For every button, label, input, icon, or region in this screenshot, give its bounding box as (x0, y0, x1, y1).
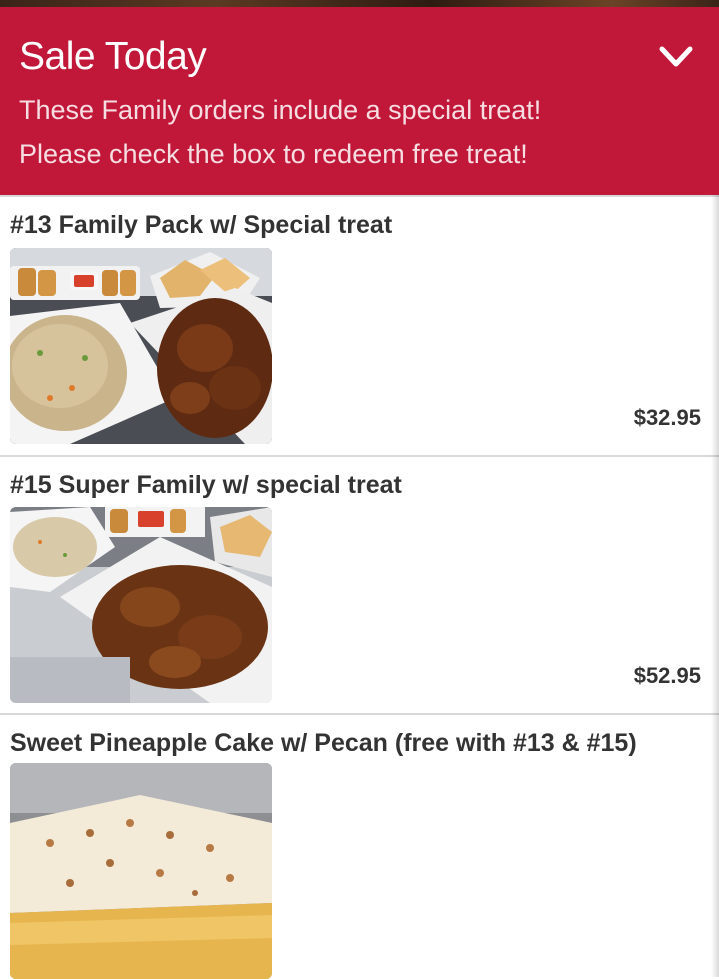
banner-title: Sale Today (19, 35, 207, 78)
sale-banner[interactable]: Sale Today These Family orders include a… (0, 7, 719, 195)
item-photo[interactable] (10, 763, 272, 979)
banner-description-line-2: Please check the box to redeem free trea… (19, 139, 528, 169)
menu-item-13-family-pack[interactable]: #13 Family Pack w/ Special treat $32.95 (0, 195, 719, 455)
item-name: #15 Super Family w/ special treat (10, 471, 402, 499)
top-image-strip (0, 0, 719, 7)
item-photo[interactable] (10, 507, 272, 703)
item-price: $52.95 (633, 663, 701, 688)
menu-item-pineapple-cake[interactable]: Sweet Pineapple Cake w/ Pecan (free with… (0, 713, 719, 979)
chevron-down-icon[interactable] (659, 45, 693, 69)
menu-item-15-super-family[interactable]: #15 Super Family w/ special treat $52.95 (0, 455, 719, 713)
item-photo[interactable] (10, 248, 272, 444)
menu-item-list: #13 Family Pack w/ Special treat $32.95 … (0, 195, 719, 979)
scroll-edge-shadow (711, 195, 719, 977)
item-name: Sweet Pineapple Cake w/ Pecan (free with… (10, 729, 637, 757)
banner-description-line-1: These Family orders include a special tr… (19, 95, 542, 125)
item-price: $32.95 (633, 405, 701, 430)
item-name: #13 Family Pack w/ Special treat (10, 211, 393, 239)
